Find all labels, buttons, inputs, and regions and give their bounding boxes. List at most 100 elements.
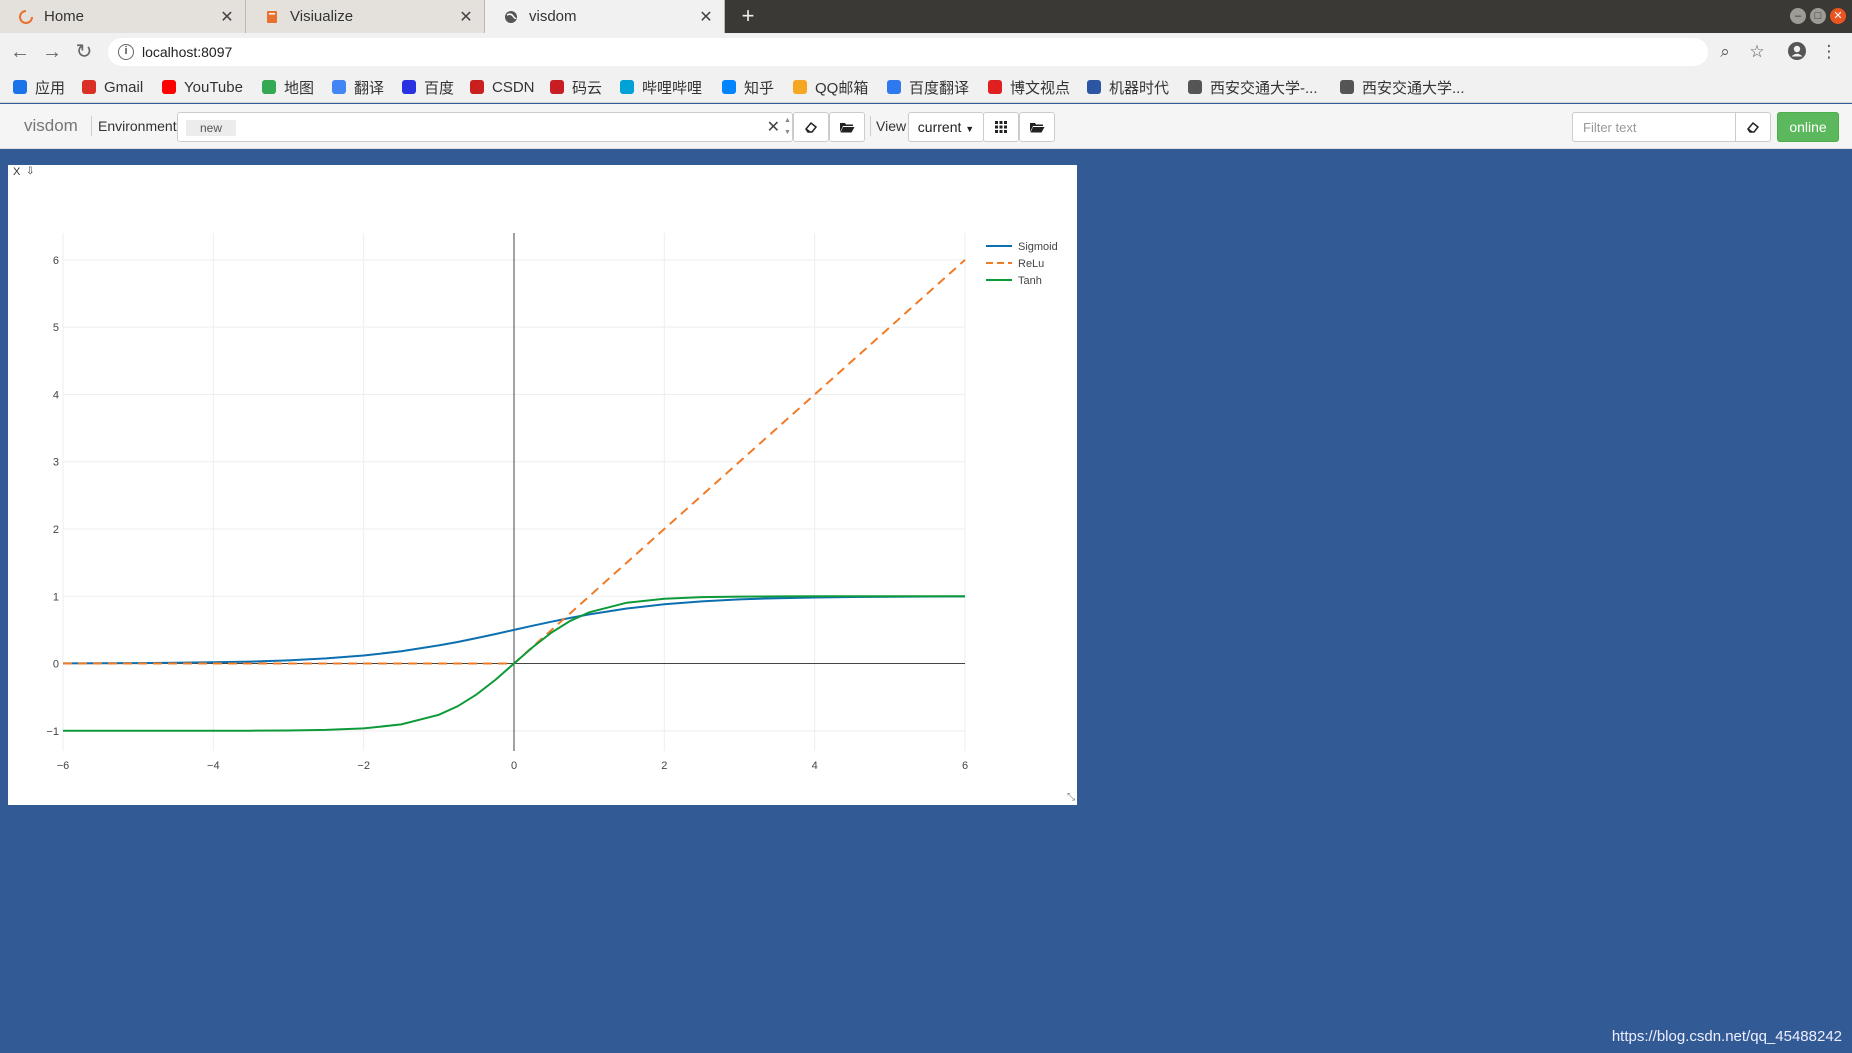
bookmarks-bar: 应用 Gmail YouTube 地图 翻译 百度 CSDN 码云 哔哩哔哩 知乎 QQ邮箱 百度翻译… <box>0 71 1852 103</box>
y-tick-label: 4 <box>53 389 59 401</box>
baidu-translate-icon <box>887 80 901 94</box>
bookmark-label: 机器时代 <box>1109 79 1170 97</box>
bookmark-item[interactable]: 百度翻译 <box>887 77 969 97</box>
manage-env-button[interactable] <box>829 112 865 142</box>
bookmark-item[interactable]: 翻译 <box>332 77 384 97</box>
close-icon[interactable]: ✕ <box>698 7 714 27</box>
x-tick-label: 4 <box>812 760 818 772</box>
clear-env-button[interactable] <box>793 112 829 142</box>
apps-grid-icon <box>13 80 27 94</box>
y-tick-label: 3 <box>53 457 59 469</box>
tab-title: visdom <box>529 8 577 25</box>
bookmark-label: 码云 <box>572 79 603 97</box>
back-button[interactable]: ← <box>6 38 34 66</box>
bookmark-label: 哔哩哔哩 <box>642 79 703 97</box>
bookmark-item[interactable]: 西安交通大学... <box>1340 77 1465 97</box>
browser-toolbar: ← → ↻ i localhost:8097 ⌕ ☆ ⋮ <box>0 33 1852 71</box>
gitee-icon <box>550 80 564 94</box>
filter-input[interactable] <box>1572 112 1736 142</box>
tab-visiualize[interactable]: Visiualize ✕ <box>246 0 485 33</box>
close-window-button[interactable]: ✕ <box>1830 8 1846 24</box>
watermark-credit: https://blog.csdn.net/qq_45488242 <box>1611 1028 1842 1045</box>
bookmark-label: 博文视点 <box>1010 79 1071 97</box>
bookmark-label: 西安交通大学... <box>1362 79 1465 97</box>
maximize-button[interactable]: □ <box>1810 8 1826 24</box>
minimize-button[interactable]: – <box>1790 8 1806 24</box>
repack-button[interactable] <box>983 112 1019 142</box>
bookmark-item[interactable]: 应用 <box>13 77 65 97</box>
x-tick-label: −2 <box>357 760 370 772</box>
star-icon[interactable]: ☆ <box>1746 41 1768 63</box>
bookmark-item[interactable]: 西安交通大学-... <box>1188 77 1318 97</box>
spinner-arrows-icon[interactable]: ▲ ▼ <box>784 115 792 139</box>
bookmark-label: 翻译 <box>354 79 385 97</box>
tab-title: Home <box>44 8 85 25</box>
maps-icon <box>262 80 276 94</box>
y-tick-label: 2 <box>53 524 59 536</box>
visdom-brand[interactable]: visdom <box>24 116 78 136</box>
plot-pane[interactable]: −6 −4 −2 0 2 4 6 −1 0 1 2 3 4 5 6 Sigmoid ReLu Tanh X ⇩ ⤡ <box>8 165 1077 805</box>
bookmark-item[interactable]: CSDN <box>470 77 535 97</box>
y-tick-label: 0 <box>53 659 59 671</box>
bookmark-item[interactable]: 百度 <box>402 77 454 97</box>
tab-home[interactable]: Home ✕ <box>0 0 246 33</box>
profile-icon[interactable] <box>1786 41 1808 63</box>
environment-label: Environment <box>98 118 177 134</box>
folder-open-icon <box>1030 123 1045 133</box>
connection-status-button[interactable]: online <box>1777 112 1839 142</box>
environment-select[interactable]: new ✕ ▲ ▼ <box>177 112 793 142</box>
address-bar[interactable]: i localhost:8097 <box>108 38 1708 66</box>
baidu-paw-icon <box>402 80 416 94</box>
bookmark-label: Gmail <box>104 78 144 96</box>
new-tab-button[interactable]: + <box>735 3 761 29</box>
legend-label: Tanh <box>1018 275 1042 287</box>
close-icon[interactable]: ✕ <box>219 7 235 27</box>
forward-button[interactable]: → <box>38 38 66 66</box>
bilibili-icon <box>620 80 634 94</box>
pane-header[interactable]: X ⇩ <box>8 165 1077 179</box>
bookmark-label: 知乎 <box>744 79 775 97</box>
reload-button[interactable]: ↻ <box>70 38 98 66</box>
x-tick-label: 6 <box>962 760 968 772</box>
spinner-icon <box>18 9 34 25</box>
bookmark-item[interactable]: 机器时代 <box>1087 77 1169 97</box>
bookmark-label: 应用 <box>35 79 66 97</box>
zhihu-icon <box>722 80 736 94</box>
x-tick-label: −4 <box>207 760 220 772</box>
resize-handle-icon[interactable]: ⤡ <box>1067 792 1075 803</box>
line-chart[interactable]: −6 −4 −2 0 2 4 6 −1 0 1 2 3 4 5 6 Sigmoid ReLu Tanh <box>8 165 1077 805</box>
url-text: localhost:8097 <box>142 44 233 60</box>
bookmark-item[interactable]: 地图 <box>262 77 314 97</box>
view-select[interactable]: current ▼ <box>908 112 984 142</box>
clear-icon[interactable]: ✕ <box>767 117 780 137</box>
environment-chip[interactable]: new <box>186 120 237 136</box>
bookmark-label: 西安交通大学-... <box>1210 79 1318 97</box>
caret-down-icon: ▼ <box>965 124 975 134</box>
bookmark-item[interactable]: YouTube <box>162 77 243 97</box>
x-tick-label: −6 <box>57 760 70 772</box>
menu-icon[interactable]: ⋮ <box>1818 41 1840 63</box>
pane-close-button[interactable]: X <box>13 166 20 178</box>
eraser-icon <box>805 121 818 133</box>
csdn-icon <box>470 80 484 94</box>
tab-visdom[interactable]: visdom ✕ <box>485 0 725 33</box>
bookmark-item[interactable]: 码云 <box>550 77 602 97</box>
zoom-icon[interactable]: ⌕ <box>1714 41 1736 63</box>
clear-filter-button[interactable] <box>1735 112 1771 142</box>
view-label: View <box>876 118 907 134</box>
bookmark-label: 百度 <box>424 79 455 97</box>
bookmark-item[interactable]: 哔哩哔哩 <box>620 77 702 97</box>
close-icon[interactable]: ✕ <box>458 7 474 27</box>
bookmark-item[interactable]: QQ邮箱 <box>793 77 868 97</box>
bookmark-label: 地图 <box>284 79 315 97</box>
bookmark-item[interactable]: 博文视点 <box>988 77 1070 97</box>
x-tick-label: 2 <box>661 760 667 772</box>
bookmark-item[interactable]: Gmail <box>82 77 143 97</box>
info-icon[interactable]: i <box>118 44 134 60</box>
bookmark-item[interactable]: 知乎 <box>722 77 774 97</box>
globe-icon <box>1340 80 1354 94</box>
y-tick-label: 1 <box>53 591 59 603</box>
divider <box>870 116 871 136</box>
download-icon[interactable]: ⇩ <box>26 166 34 177</box>
manage-views-button[interactable] <box>1019 112 1055 142</box>
